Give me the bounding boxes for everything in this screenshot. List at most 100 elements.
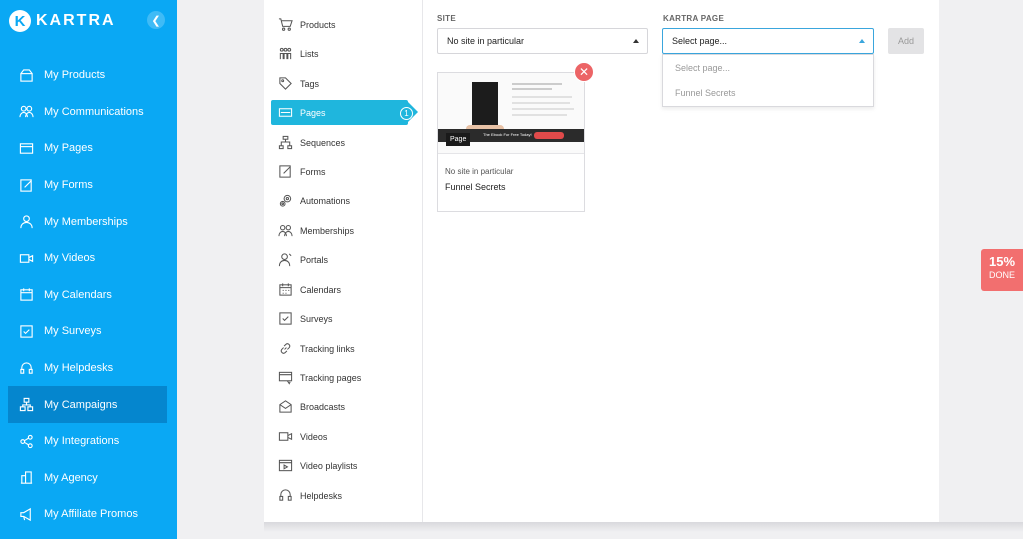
subnav-item-portals[interactable]: Portals	[271, 247, 408, 272]
subnav-item-label: Calendars	[300, 284, 342, 295]
subnav-item-label: Pages	[300, 107, 326, 118]
thumb-text-line	[512, 102, 570, 104]
subnav-item-broadcasts[interactable]: Broadcasts	[271, 394, 408, 419]
subnav-item-label: Helpdesks	[300, 490, 343, 501]
sidebar-item-label: My Communications	[44, 105, 144, 118]
thumb-text-line	[512, 114, 567, 116]
video-icon	[277, 429, 293, 445]
card-page-name: Funnel Secrets	[445, 182, 506, 192]
remove-page-button[interactable]: ✕	[574, 62, 594, 82]
subnav-item-helpdesks[interactable]: Helpdesks	[271, 483, 408, 508]
headset-icon	[277, 488, 293, 504]
site-select[interactable]: No site in particular	[437, 28, 648, 54]
communications-icon	[18, 104, 34, 120]
integrations-icon	[18, 433, 34, 449]
tracking-pages-icon	[277, 370, 293, 386]
thumb-text-line	[512, 108, 574, 110]
sidebar-item-label: My Campaigns	[44, 398, 118, 411]
sidebar-item-communications[interactable]: My Communications	[8, 94, 167, 131]
dropdown-option[interactable]: Select page...	[663, 55, 873, 80]
thumb-cta-text: The Ebook For Free Today!	[483, 132, 532, 137]
subnav-item-sequences[interactable]: Sequences	[271, 130, 408, 155]
ebook-image	[472, 82, 498, 130]
subnav-item-tags[interactable]: Tags	[271, 71, 408, 96]
subnav-item-calendars[interactable]: Calendars	[271, 277, 408, 302]
caret-up-icon	[633, 39, 639, 43]
add-button[interactable]: Add	[888, 28, 924, 54]
calendar-icon	[277, 282, 293, 298]
sidebar-item-label: My Memberships	[44, 215, 128, 228]
sidebar-item-videos[interactable]: My Videos	[8, 240, 167, 277]
memberships-icon	[277, 223, 293, 239]
sidebar-item-label: My Affiliate Promos	[44, 508, 138, 521]
helpdesks-icon	[18, 360, 34, 376]
campaigns-icon	[18, 397, 34, 413]
card-site: No site in particular	[445, 167, 514, 176]
subnav-item-label: Automations	[300, 195, 351, 206]
sidebar-item-label: My Pages	[44, 142, 93, 155]
kartra-page-select[interactable]: Select page...	[662, 28, 874, 54]
memberships-icon	[18, 214, 34, 230]
dropdown-option[interactable]: Funnel Secrets	[663, 80, 873, 105]
progress-badge[interactable]: 15% DONE	[981, 249, 1023, 291]
page-type-tag: Page	[446, 133, 471, 146]
subnav-item-video-playlists[interactable]: Video playlists	[271, 453, 408, 478]
subnav-item-products[interactable]: Products	[271, 12, 408, 37]
subnav-item-label: Products	[300, 19, 336, 30]
pages-icon	[277, 105, 293, 121]
subnav-item-label: Tags	[300, 78, 320, 89]
subnav-item-label: Lists	[300, 48, 319, 59]
calendars-icon	[18, 287, 34, 303]
kartra-page-label: KARTRA PAGE	[663, 14, 725, 23]
subnav-item-label: Broadcasts	[300, 401, 346, 412]
collapse-sidebar-button[interactable]: ❮	[147, 11, 165, 29]
pages-icon	[18, 140, 34, 156]
sidebar-item-agency[interactable]: My Agency	[8, 460, 167, 497]
subnav-item-tracking-pages[interactable]: Tracking pages	[271, 365, 408, 390]
sidebar-item-calendars[interactable]: My Calendars	[8, 277, 167, 314]
sidebar-item-forms[interactable]: My Forms	[8, 167, 167, 204]
page-card[interactable]: The Ebook For Free Today! Page No site i…	[437, 72, 585, 212]
videos-icon	[18, 250, 34, 266]
agency-icon	[18, 470, 34, 486]
chevron-left-icon: ❮	[151, 14, 161, 27]
subnav-item-label: Video playlists	[300, 460, 358, 471]
subnav-item-tracking-links[interactable]: Tracking links	[271, 336, 408, 361]
subnav-item-videos[interactable]: Videos	[271, 424, 408, 449]
kartra-page-select-value: Select page...	[672, 36, 728, 46]
sidebar-item-integrations[interactable]: My Integrations	[8, 423, 167, 460]
subnav-item-memberships[interactable]: Memberships	[271, 218, 408, 243]
sidebar-item-products[interactable]: My Products	[8, 57, 167, 94]
sidebar-item-pages[interactable]: My Pages	[8, 130, 167, 167]
sidebar-item-label: My Products	[44, 69, 106, 82]
subnav-item-label: Memberships	[300, 225, 355, 236]
asset-type-nav: Products Lists Tags Pages Sequences Form…	[264, 0, 423, 522]
sidebar-item-helpdesks[interactable]: My Helpdesks	[8, 350, 167, 387]
page-thumbnail: The Ebook For Free Today! Page	[438, 73, 584, 154]
link-icon	[277, 341, 293, 357]
subnav-item-label: Portals	[300, 254, 329, 265]
caret-up-icon	[859, 39, 865, 43]
sidebar-item-surveys[interactable]: My Surveys	[8, 313, 167, 350]
site-label: SITE	[437, 14, 456, 23]
lists-icon	[277, 46, 293, 62]
progress-percent: 15%	[988, 254, 1016, 269]
subnav-item-label: Videos	[300, 431, 328, 442]
subnav-item-surveys[interactable]: Surveys	[271, 306, 408, 331]
tag-icon	[277, 76, 293, 92]
sidebar-item-memberships[interactable]: My Memberships	[8, 203, 167, 240]
site-select-value: No site in particular	[447, 36, 525, 46]
envelope-icon	[277, 399, 293, 415]
subnav-item-automations[interactable]: Automations	[271, 188, 408, 213]
subnav-item-forms[interactable]: Forms	[271, 159, 408, 184]
subnav-item-lists[interactable]: Lists	[271, 41, 408, 66]
sidebar-nav: My Products My Communications My Pages M…	[8, 57, 167, 533]
forms-icon	[277, 164, 293, 180]
thumb-text-line	[512, 88, 552, 90]
sidebar-item-affiliate-promos[interactable]: My Affiliate Promos	[8, 496, 167, 533]
sidebar-item-label: My Forms	[44, 179, 93, 192]
sidebar-item-campaigns[interactable]: My Campaigns	[8, 386, 167, 423]
thumb-text-line	[512, 83, 562, 85]
brand-logo[interactable]: K KARTRA	[9, 9, 116, 33]
subnav-item-pages[interactable]: Pages	[271, 100, 418, 125]
